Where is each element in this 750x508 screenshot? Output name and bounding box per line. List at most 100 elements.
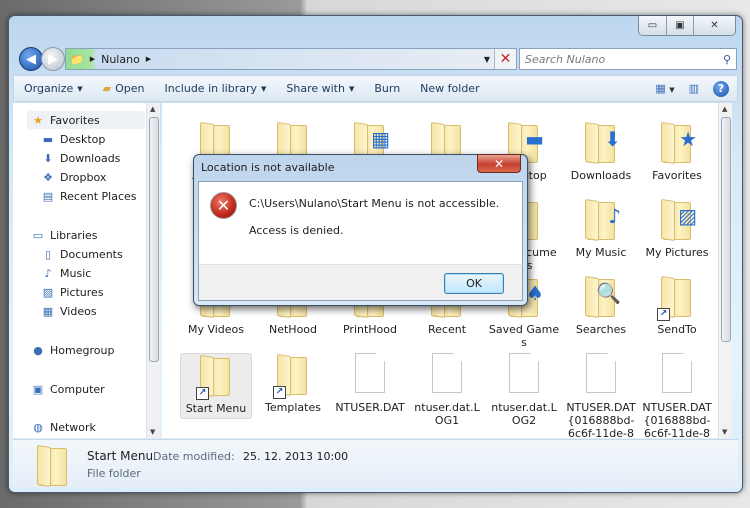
sidebar-item-label: Dropbox [60, 170, 107, 184]
sidebar-item-recent-places[interactable]: ▤ Recent Places [41, 187, 137, 205]
burn-button[interactable]: Burn [364, 82, 410, 95]
forward-button[interactable]: ▶ [41, 47, 65, 71]
folder-item[interactable]: ↗ Templates [257, 353, 329, 414]
network-icon: ◍ [33, 420, 43, 434]
dialog-title: Location is not available [201, 161, 335, 174]
folder-item[interactable]: ⬇ Downloads [565, 121, 637, 182]
preview-pane-icon[interactable]: ▥ [689, 82, 699, 95]
change-view-icon[interactable]: ▦ ▼ [655, 82, 674, 95]
folder-item[interactable]: ↗ SendTo [641, 275, 713, 336]
shortcut-arrow-icon: ↗ [196, 387, 209, 400]
sidebar-item-music[interactable]: ♪ Music [41, 264, 91, 282]
folder-item[interactable]: 🔍 Searches [565, 275, 637, 336]
folder-overlay-icon: ★ [679, 127, 697, 151]
dialog-message: C:\Users\Nulano\Start Menu is not access… [249, 197, 500, 210]
sidebar-item-favorites[interactable]: ★ Favorites [27, 111, 145, 129]
dialog-footer: OK [198, 264, 523, 301]
folder-icon: ↗ [196, 354, 234, 400]
item-label: Favorites [652, 169, 702, 182]
sidebar-item-network[interactable]: ◍ Network [31, 418, 96, 436]
open-label: Open [115, 82, 145, 95]
sidebar-item-label: Documents [60, 247, 123, 261]
sidebar-item-dropbox[interactable]: ❖ Dropbox [41, 168, 106, 186]
breadcrumb-separator-icon[interactable]: ▶ [146, 55, 151, 63]
item-label: My Videos [187, 323, 245, 336]
dialog-body: ✕ C:\Users\Nulano\Start Menu is not acce… [198, 181, 523, 264]
navigation-scrollbar[interactable]: ▲ ▼ [146, 103, 160, 438]
details-type: File folder [87, 467, 141, 480]
item-label: Saved Games [488, 323, 560, 349]
breadcrumb-separator-icon[interactable]: ▶ [90, 55, 95, 63]
scroll-down-icon[interactable]: ▼ [722, 428, 727, 436]
file-item[interactable]: ntuser.dat.LOG1 [411, 353, 483, 427]
sidebar-item-documents[interactable]: ▯ Documents [41, 245, 123, 263]
folder-item[interactable]: ▨ My Pictures [641, 198, 713, 259]
pictures-icon: ▨ [42, 285, 54, 299]
homegroup-icon: ● [33, 343, 43, 357]
sidebar-item-label: Network [50, 420, 96, 434]
sidebar-item-desktop[interactable]: ▬ Desktop [41, 130, 106, 148]
file-item[interactable]: NTUSER.DAT{016888bd-6c6f-11de-8d1d-001..… [641, 353, 713, 438]
details-name: Start Menu [87, 449, 154, 463]
folder-item[interactable]: ♪ My Music [565, 198, 637, 259]
sidebar-item-downloads[interactable]: ⬇ Downloads [41, 149, 120, 167]
scroll-up-icon[interactable]: ▲ [722, 105, 727, 113]
breadcrumb-item[interactable]: Nulano [101, 53, 140, 66]
file-list-scrollbar[interactable]: ▲ ▼ [718, 103, 732, 438]
error-icon: ✕ [210, 192, 237, 219]
item-label: ntuser.dat.LOG2 [491, 401, 557, 427]
open-button[interactable]: ▰ Open [93, 82, 155, 95]
ok-button[interactable]: OK [444, 273, 504, 294]
address-dropdown-icon[interactable]: ▼ [484, 55, 490, 64]
file-item[interactable]: NTUSER.DAT{016888bd-6c6f-11de-8d1d-001..… [565, 353, 637, 438]
folder-icon: ⬇ [583, 121, 621, 165]
shortcut-arrow-icon: ↗ [657, 308, 670, 321]
sidebar-item-libraries[interactable]: ▭ Libraries [31, 226, 98, 244]
minimize-button[interactable]: ▭ [639, 16, 666, 35]
scrollbar-thumb[interactable] [721, 117, 731, 342]
sidebar-item-pictures[interactable]: ▨ Pictures [41, 283, 104, 301]
scroll-down-icon[interactable]: ▼ [150, 428, 155, 436]
sidebar-item-computer[interactable]: ▣ Computer [31, 380, 105, 398]
file-icon [509, 353, 539, 393]
address-bar[interactable]: 📁 ▶ Nulano ▶ ▼ ✕ [65, 48, 517, 70]
include-label: Include in library [164, 82, 257, 95]
share-label: Share with [286, 82, 345, 95]
search-icon[interactable]: ⚲ [723, 53, 731, 66]
folder-icon: ↗ [657, 275, 695, 321]
sidebar-item-videos[interactable]: ▦ Videos [41, 302, 97, 320]
chevron-down-icon: ▼ [260, 84, 267, 93]
search-input[interactable]: Search Nulano ⚲ [519, 48, 737, 70]
sidebar-item-label: Pictures [60, 285, 104, 299]
navigation-pane: ★ Favorites ▬ Desktop ⬇ Downloads ❖ Dropbox ▤ Rec… [13, 103, 146, 438]
folder-item[interactable]: ★ Favorites [641, 121, 713, 182]
search-placeholder: Search Nulano [525, 52, 606, 66]
file-item[interactable]: NTUSER.DAT [334, 353, 406, 414]
dialog-detail: Access is denied. [249, 224, 344, 237]
maximize-button[interactable]: ▣ [666, 16, 693, 35]
sidebar-item-homegroup[interactable]: ● Homegroup [31, 341, 114, 359]
share-with-button[interactable]: Share with ▼ [276, 82, 364, 95]
file-item[interactable]: ntuser.dat.LOG2 [488, 353, 560, 427]
new-folder-button[interactable]: New folder [410, 82, 489, 95]
details-pane: Start Menu Date modified: 25. 12. 2013 1… [13, 439, 738, 488]
item-label: NTUSER.DAT{016888bd-6c6f-11de-8d1d-001..… [566, 401, 636, 438]
folder-item[interactable]: ↗ Start Menu [180, 353, 252, 419]
scrollbar-thumb[interactable] [149, 117, 159, 362]
folder-overlay-icon: ♠ [526, 281, 544, 305]
organize-button[interactable]: Organize ▼ [14, 82, 93, 95]
include-in-library-button[interactable]: Include in library ▼ [155, 82, 277, 95]
item-label: Downloads [570, 169, 632, 182]
dialog-close-button[interactable]: ✕ [477, 154, 521, 173]
sidebar-item-label: Homegroup [50, 343, 115, 357]
close-button[interactable]: ✕ [693, 16, 735, 35]
recent-places-icon: ▤ [42, 189, 54, 203]
scroll-up-icon[interactable]: ▲ [150, 105, 155, 113]
stop-icon[interactable]: ✕ [494, 49, 516, 69]
help-icon[interactable]: ? [713, 80, 729, 97]
dropbox-icon: ❖ [43, 170, 53, 184]
folder-icon: ▨ [659, 198, 697, 242]
back-button[interactable]: ◀ [19, 47, 43, 71]
item-label: My Pictures [645, 246, 709, 259]
folder-icon: ★ [659, 121, 697, 165]
